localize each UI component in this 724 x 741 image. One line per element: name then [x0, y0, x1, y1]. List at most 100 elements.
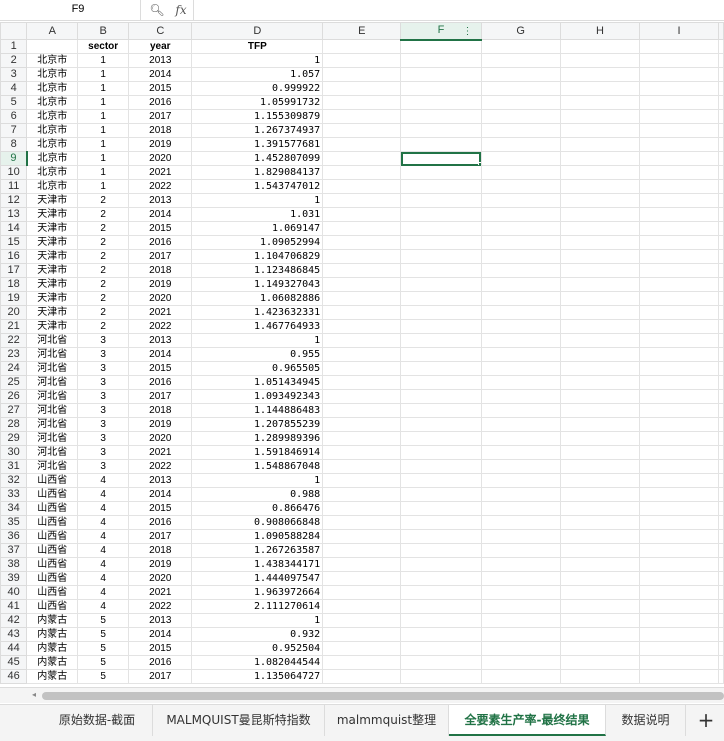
cell[interactable]: [322, 669, 402, 684]
cell[interactable]: 内蒙古: [26, 655, 79, 670]
cell[interactable]: 山西省: [26, 473, 79, 488]
cell[interactable]: 1.289989396: [191, 431, 324, 446]
column-header-c[interactable]: C: [128, 22, 193, 40]
row-header[interactable]: 11: [0, 179, 28, 194]
cell[interactable]: [480, 473, 561, 488]
row-header[interactable]: 29: [0, 431, 28, 446]
cell[interactable]: [639, 319, 719, 334]
cell[interactable]: [480, 501, 561, 516]
cell[interactable]: 河北省: [26, 459, 79, 474]
cell[interactable]: [400, 81, 482, 96]
cell[interactable]: [400, 319, 482, 334]
cell[interactable]: [639, 585, 719, 600]
cell[interactable]: [639, 333, 719, 348]
row-header[interactable]: 2: [0, 53, 28, 68]
cell[interactable]: 4: [77, 501, 130, 516]
cell[interactable]: [322, 179, 402, 194]
cell[interactable]: [480, 431, 561, 446]
cell[interactable]: 0.866476: [191, 501, 324, 516]
cell[interactable]: [559, 627, 641, 642]
cell[interactable]: [322, 627, 402, 642]
cell[interactable]: [480, 207, 561, 222]
row-header[interactable]: 43: [0, 627, 28, 642]
row-header[interactable]: 3: [0, 67, 28, 82]
cell[interactable]: [559, 403, 641, 418]
cell[interactable]: 2017: [128, 529, 193, 544]
cell[interactable]: [400, 235, 482, 250]
cell[interactable]: [480, 319, 561, 334]
cell[interactable]: 1.104706829: [191, 249, 324, 264]
cell[interactable]: 2014: [128, 487, 193, 502]
cell[interactable]: 北京市: [26, 53, 79, 68]
cell[interactable]: [322, 431, 402, 446]
cell[interactable]: 天津市: [26, 319, 79, 334]
cell[interactable]: [718, 445, 724, 460]
cell[interactable]: [322, 291, 402, 306]
cell[interactable]: 4: [77, 585, 130, 600]
cell[interactable]: 2: [77, 263, 130, 278]
cell[interactable]: [480, 249, 561, 264]
cell[interactable]: 3: [77, 361, 130, 376]
cell[interactable]: 河北省: [26, 431, 79, 446]
row-header[interactable]: 22: [0, 333, 28, 348]
row-header[interactable]: 46: [0, 669, 28, 684]
cell[interactable]: 4: [77, 473, 130, 488]
cell[interactable]: [718, 627, 724, 642]
cell[interactable]: [718, 515, 724, 530]
cell[interactable]: 1.267374937: [191, 123, 324, 138]
cell[interactable]: 2013: [128, 333, 193, 348]
row-header[interactable]: 1: [0, 39, 28, 54]
cell[interactable]: 1.444097547: [191, 571, 324, 586]
cell[interactable]: [480, 39, 561, 54]
cell[interactable]: [400, 291, 482, 306]
cell[interactable]: [639, 655, 719, 670]
cell[interactable]: 1.155309879: [191, 109, 324, 124]
fx-icon[interactable]: fx: [172, 2, 190, 18]
cell[interactable]: 北京市: [26, 151, 79, 166]
cell[interactable]: [718, 165, 724, 180]
column-header-d[interactable]: D: [191, 22, 324, 40]
cell[interactable]: 1.591846914: [191, 445, 324, 460]
cell[interactable]: 河北省: [26, 389, 79, 404]
row-header[interactable]: 31: [0, 459, 28, 474]
cell[interactable]: [559, 305, 641, 320]
cell[interactable]: [400, 599, 482, 614]
cell[interactable]: [400, 347, 482, 362]
cell[interactable]: [639, 417, 719, 432]
cell[interactable]: [559, 39, 641, 54]
row-header[interactable]: 24: [0, 361, 28, 376]
cell[interactable]: [400, 641, 482, 656]
cell[interactable]: [639, 179, 719, 194]
cell[interactable]: [718, 179, 724, 194]
cell[interactable]: [718, 403, 724, 418]
cell[interactable]: 山西省: [26, 515, 79, 530]
cell[interactable]: [559, 291, 641, 306]
row-header[interactable]: 37: [0, 543, 28, 558]
cell[interactable]: [400, 137, 482, 152]
cell[interactable]: 内蒙古: [26, 669, 79, 684]
cell[interactable]: [322, 613, 402, 628]
cell[interactable]: [322, 235, 402, 250]
cell[interactable]: [639, 277, 719, 292]
cell[interactable]: [639, 165, 719, 180]
cell[interactable]: 0.999922: [191, 81, 324, 96]
cell[interactable]: 2016: [128, 375, 193, 390]
cell[interactable]: 2016: [128, 235, 193, 250]
cell[interactable]: [400, 67, 482, 82]
cell[interactable]: [480, 571, 561, 586]
cell[interactable]: 北京市: [26, 179, 79, 194]
cell[interactable]: [322, 151, 402, 166]
cell[interactable]: 北京市: [26, 165, 79, 180]
row-header[interactable]: 9: [0, 151, 28, 166]
cell[interactable]: sector: [77, 39, 130, 54]
cell[interactable]: [322, 39, 402, 54]
cell[interactable]: [480, 585, 561, 600]
cell[interactable]: [400, 473, 482, 488]
row-header[interactable]: 16: [0, 249, 28, 264]
cell[interactable]: [322, 389, 402, 404]
cell[interactable]: [639, 305, 719, 320]
row-header[interactable]: 40: [0, 585, 28, 600]
cell[interactable]: [480, 459, 561, 474]
cell[interactable]: [480, 95, 561, 110]
cell[interactable]: 天津市: [26, 305, 79, 320]
